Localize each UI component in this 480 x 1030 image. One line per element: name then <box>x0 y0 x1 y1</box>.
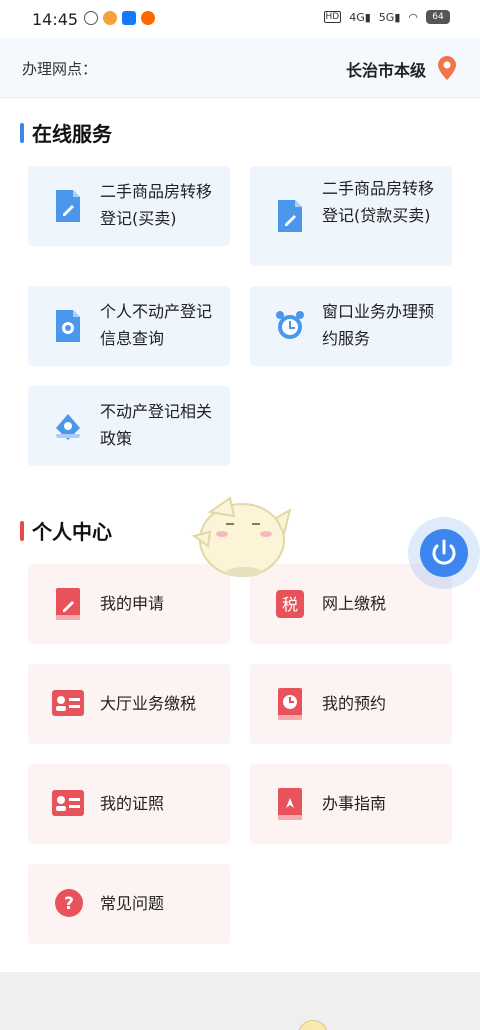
clock-book-icon <box>278 688 302 720</box>
online-services-title: 在线服务 <box>20 118 112 147</box>
hd-indicator: HD <box>323 11 342 23</box>
document-icon <box>278 200 302 232</box>
alarm-clock-icon <box>276 311 304 339</box>
section-accent-bar <box>20 122 24 143</box>
online-services-title-text: 在线服务 <box>32 122 112 146</box>
personal-label: 我的预约 <box>322 694 387 713</box>
service-card-resale-transfer[interactable]: 二手商品房转移登记(买卖) <box>28 166 230 246</box>
question-icon-glyph: ? <box>64 894 74 914</box>
status-time: 14:45 <box>32 10 79 29</box>
service-card-policy[interactable]: 不动产登记相关政策 <box>28 386 230 466</box>
tax-icon-glyph: 税 <box>282 595 298 614</box>
mascot-peek <box>298 1020 328 1030</box>
section-accent-bar <box>20 520 24 541</box>
service-card-info-query[interactable]: 个人不动产登记信息查询 <box>28 286 230 366</box>
service-label: 个人不动产登记信息查询 <box>100 302 213 348</box>
floating-power-button[interactable] <box>408 517 480 589</box>
personal-card-service-guide[interactable]: 办事指南 <box>250 764 452 844</box>
net1-label: 4G <box>349 10 365 24</box>
taobao-icon <box>141 11 155 25</box>
personal-center-title: 个人中心 <box>20 516 112 545</box>
id-card-icon <box>52 690 84 716</box>
application-book-icon <box>56 588 80 620</box>
personal-label: 网上缴税 <box>322 594 387 613</box>
signal-5g-icon: 5G▮ <box>378 10 401 24</box>
question-icon: ? <box>55 889 83 917</box>
status-bar: 14:45 HD 4G▮ 5G▮ ◠ 64 <box>0 0 480 38</box>
net2-label: 5G <box>378 10 395 24</box>
location-pin-icon[interactable] <box>438 56 456 80</box>
bottom-area <box>0 972 480 1030</box>
personal-label: 办事指南 <box>322 794 387 813</box>
guide-book-icon <box>278 788 302 820</box>
policy-icon <box>56 414 80 440</box>
service-card-resale-loan-transfer[interactable]: 二手商品房转移登记(贷款买卖) <box>250 166 452 266</box>
service-card-window-appointment[interactable]: 窗口业务办理预约服务 <box>250 286 452 366</box>
power-icon <box>432 539 456 565</box>
notification-icons <box>84 11 155 25</box>
location-label: 办理网点： <box>22 60 98 78</box>
mascot-overlay[interactable] <box>190 488 294 580</box>
power-button-inner <box>420 529 468 577</box>
battery-icon: 64 <box>426 10 450 24</box>
id-card-icon <box>52 790 84 816</box>
alipay-icon <box>122 11 136 25</box>
personal-card-faq[interactable]: ? 常见问题 <box>28 864 230 944</box>
personal-label: 我的申请 <box>100 594 165 613</box>
personal-card-my-certificates[interactable]: 我的证照 <box>28 764 230 844</box>
k-app-icon <box>84 11 98 25</box>
service-label: 窗口业务办理预约服务 <box>322 302 435 348</box>
personal-label: 常见问题 <box>100 894 165 913</box>
tax-icon: 税 <box>276 590 304 618</box>
weibo-icon <box>103 11 117 25</box>
service-label: 二手商品房转移登记(贷款买卖) <box>322 179 435 225</box>
location-bar[interactable]: 办理网点： 长治市本级 <box>0 38 480 98</box>
personal-label: 大厅业务缴税 <box>100 694 197 713</box>
personal-card-hall-tax[interactable]: 大厅业务缴税 <box>28 664 230 744</box>
personal-label: 我的证照 <box>100 794 165 813</box>
document-icon <box>56 190 80 222</box>
file-search-icon <box>56 310 80 342</box>
signal-4g-icon: 4G▮ <box>349 10 371 24</box>
personal-center-title-text: 个人中心 <box>32 520 112 544</box>
service-label: 二手商品房转移登记(买卖) <box>100 182 213 228</box>
location-value[interactable]: 长治市本级 <box>346 57 426 81</box>
service-label: 不动产登记相关政策 <box>100 402 213 448</box>
wifi-icon: ◠ <box>408 10 418 24</box>
personal-card-my-appointment[interactable]: 我的预约 <box>250 664 452 744</box>
